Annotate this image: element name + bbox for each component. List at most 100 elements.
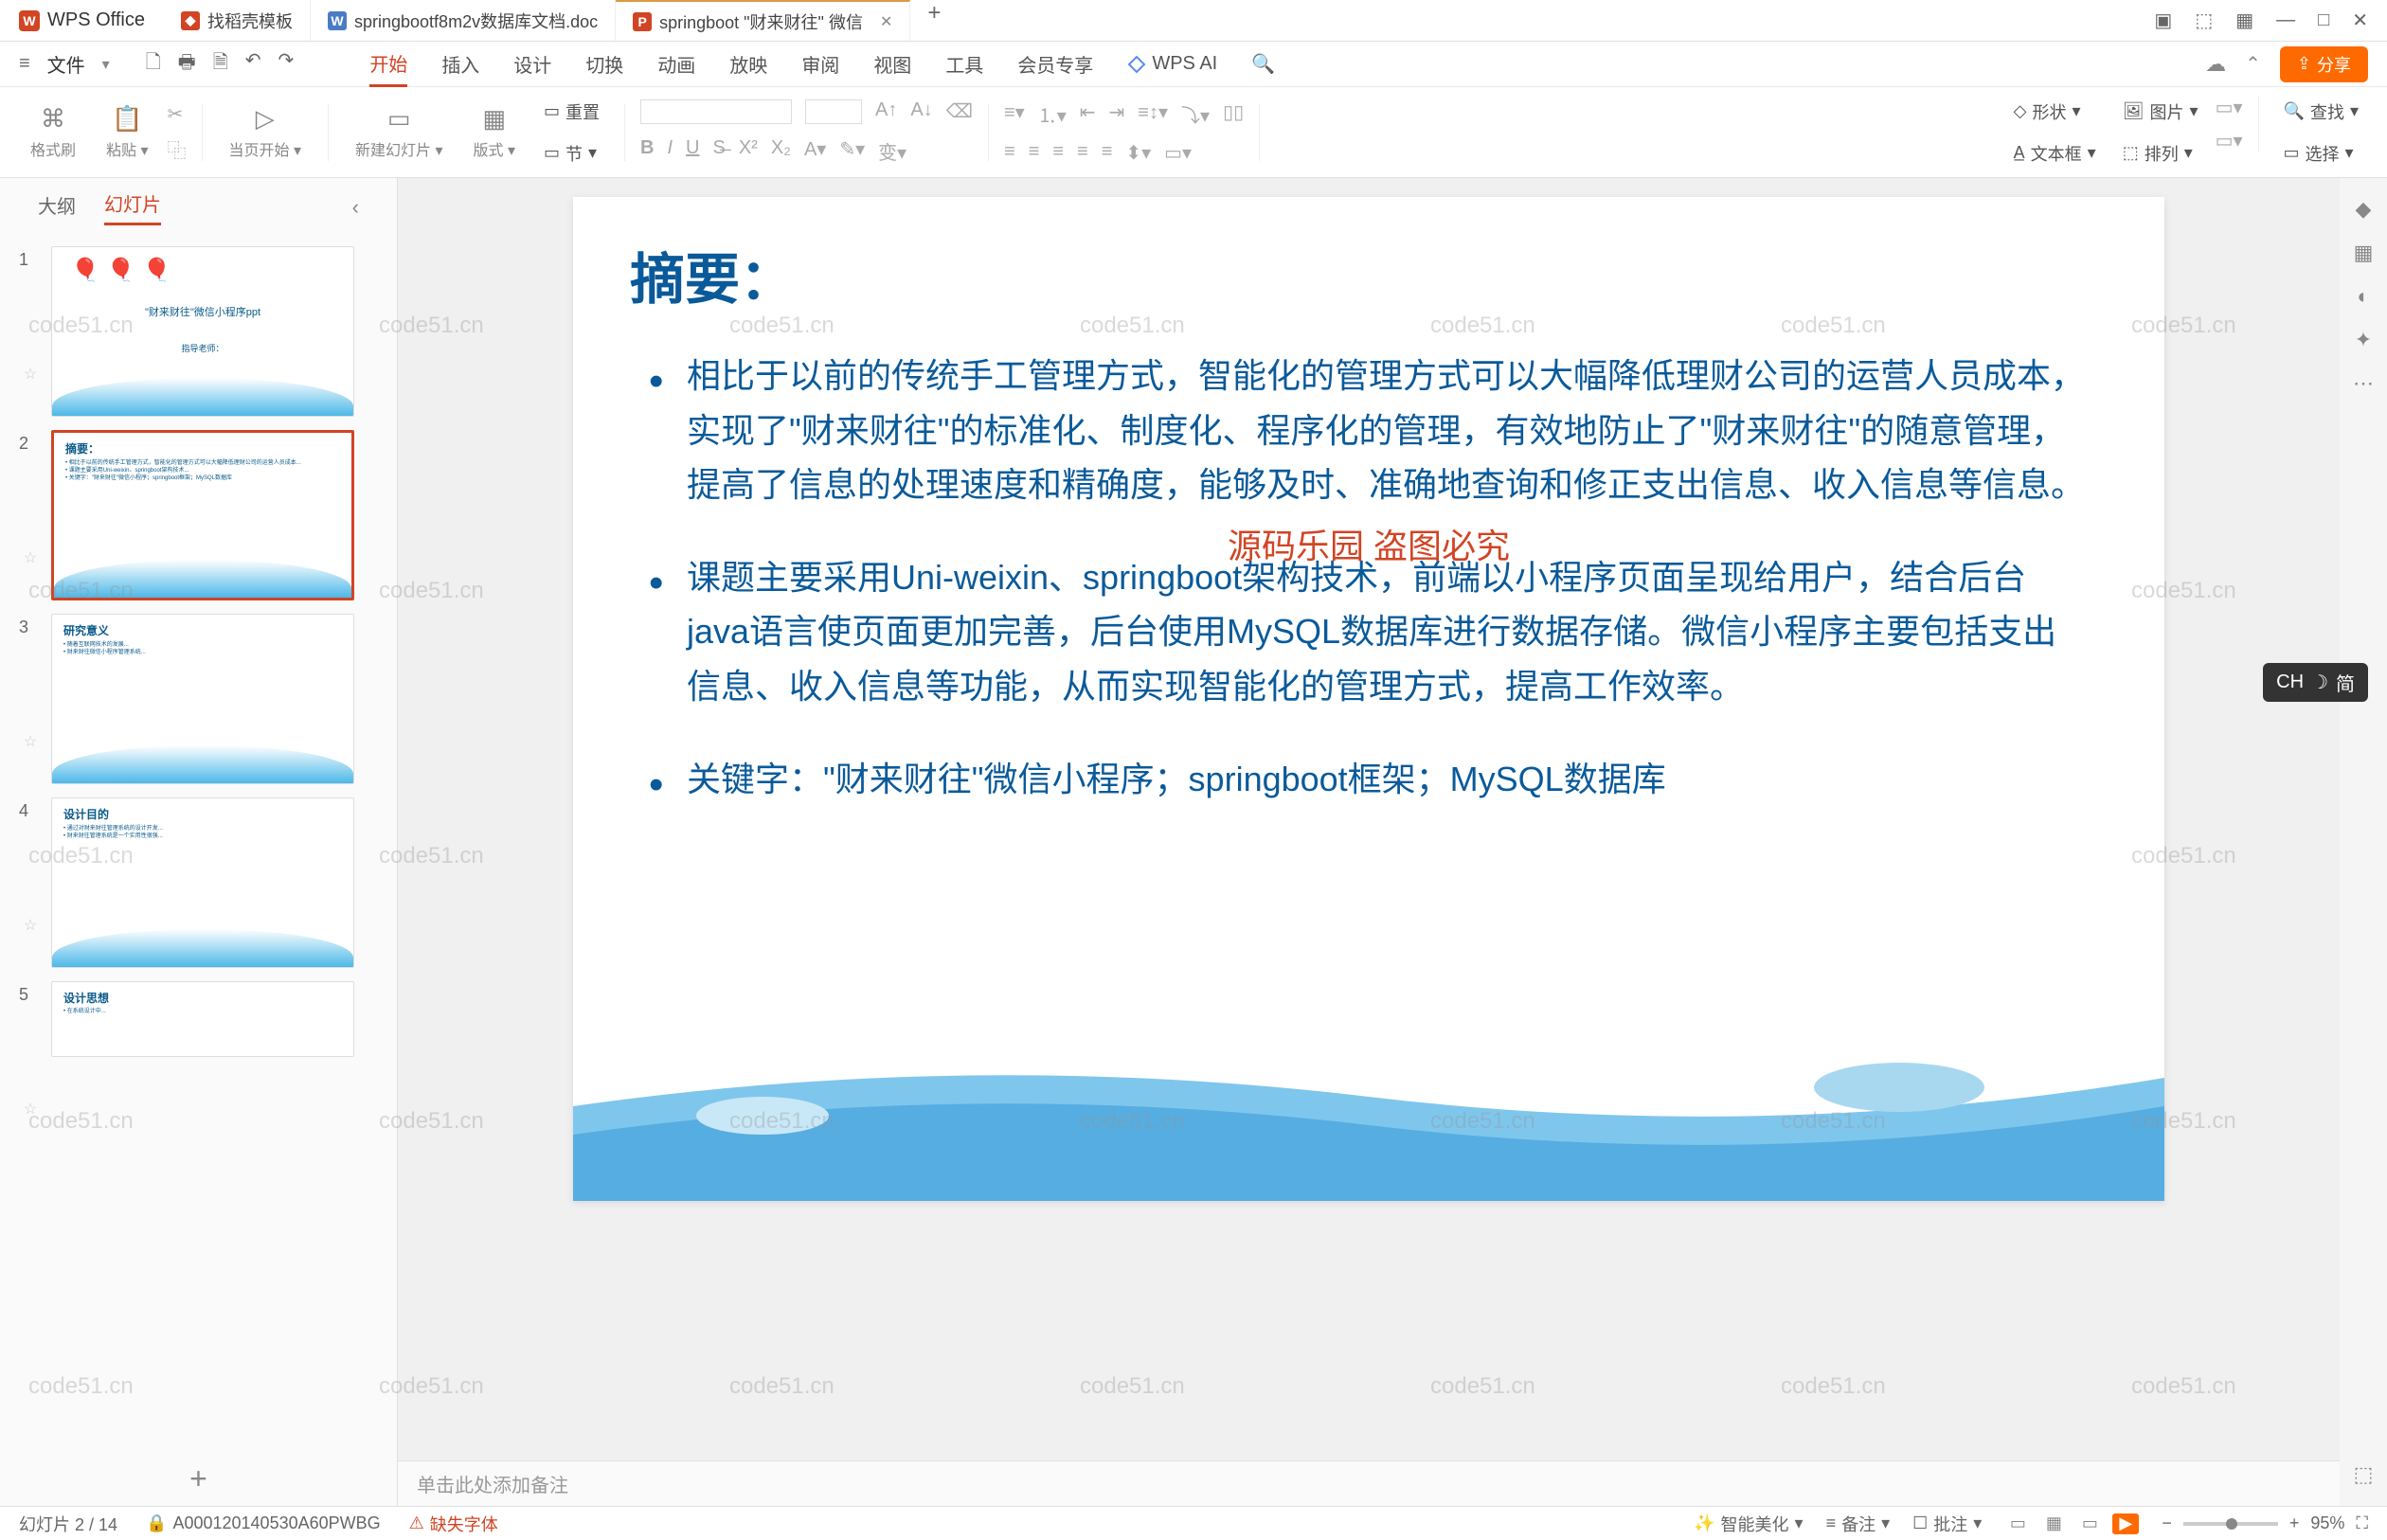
material-icon[interactable]: ◐ (2357, 284, 2369, 309)
more-icon[interactable]: ⋯ (2353, 371, 2374, 396)
bullets-icon[interactable]: ≡▾ (1004, 100, 1025, 128)
align-justify-icon[interactable]: ≡ (1077, 141, 1088, 165)
layout-group[interactable]: ▦ 版式 ▾ (462, 104, 528, 160)
thumb-2[interactable]: 2☆ 摘要：• 相比于以前的传统手工管理方式，智能化的管理方式可以大幅降低理财公… (19, 430, 378, 600)
tab-tools[interactable]: 工具 (945, 43, 983, 85)
increase-font-icon[interactable]: A↑ (875, 99, 897, 124)
slides-tab[interactable]: 幻灯片 (104, 189, 161, 225)
normal-view-icon[interactable]: ▭ (2004, 1513, 2031, 1534)
paste-group[interactable]: 📋 粘贴 ▾ (95, 104, 160, 160)
star-icon[interactable]: ☆ (24, 1100, 37, 1119)
share-button[interactable]: ⇪ 分享 (2280, 46, 2368, 82)
collapse-ribbon-icon[interactable]: ⌃ (2245, 52, 2261, 76)
zoom-level[interactable]: 95% (2310, 1513, 2344, 1533)
slide-body[interactable]: 相比于以前的传统手工管理方式，智能化的管理方式可以大幅降低理财公司的运营人员成本… (649, 349, 2089, 844)
italic-icon[interactable]: I (667, 137, 673, 165)
slide[interactable]: 摘要： 相比于以前的传统手工管理方式，智能化的管理方式可以大幅降低理财公司的运营… (573, 197, 2164, 1201)
tab-review[interactable]: 审阅 (801, 43, 839, 85)
notes-bar[interactable]: 单击此处添加备注 (398, 1460, 2340, 1506)
tab-transition[interactable]: 切换 (585, 43, 623, 85)
font-family-select[interactable] (640, 99, 792, 124)
tab-slideshow[interactable]: 放映 (729, 43, 767, 85)
cube-icon[interactable]: ⬚ (2195, 9, 2213, 32)
wps-ai-button[interactable]: WPS AI (1127, 53, 1217, 75)
collapse-panel-icon[interactable]: ‹ (352, 195, 359, 220)
arrange-button[interactable]: ⬚ 排列 ▾ (2113, 137, 2208, 170)
thumb-3[interactable]: 3☆ 研究意义• 随着互联网技术的发展...• 财来财往微信小程序管理系统... (19, 614, 378, 784)
subscript-icon[interactable]: X₂ (771, 137, 791, 165)
redo-icon[interactable]: ↷ (278, 48, 295, 81)
tab-member[interactable]: 会员专享 (1017, 43, 1093, 85)
thumb-4[interactable]: 4☆ 设计目的• 通过对财来财往管理系统的设计开发...• 财来财往管理系统是一… (19, 797, 378, 968)
cut-icon[interactable]: ✂ (168, 102, 187, 126)
template-icon[interactable]: ▦ (2354, 241, 2374, 265)
textbox-button[interactable]: A̲ 文本框 ▾ (2004, 137, 2106, 170)
preview-icon[interactable]: 🗎 (213, 48, 228, 81)
design-icon[interactable]: ◆ (2356, 197, 2372, 222)
font-size-select[interactable] (805, 99, 862, 124)
valign-icon[interactable]: ⬍▾ (1125, 141, 1151, 165)
slideshow-view-icon[interactable]: ▶ (2112, 1513, 2139, 1534)
zoom-out-button[interactable]: − (2162, 1513, 2172, 1533)
hamburger-icon[interactable]: ≡ (19, 53, 30, 75)
search-icon[interactable]: 🔍 (1251, 45, 1275, 83)
cloud-icon[interactable]: ☁ (2205, 52, 2226, 77)
bullet-2[interactable]: 课题主要采用Uni-weixin、springboot架构技术，前端以小程序页面… (649, 550, 2089, 714)
tools-bottom-icon[interactable]: ⬚ (2354, 1462, 2374, 1487)
zoom-slider[interactable] (2183, 1522, 2278, 1526)
align-center-icon[interactable]: ≡ (1029, 141, 1040, 165)
bullet-3[interactable]: 关键字："财来财往"微信小程序；springboot框架；MySQL数据库 (649, 752, 2089, 807)
outline-tab[interactable]: 大纲 (38, 191, 76, 224)
section-button[interactable]: ▭ 节 ▾ (534, 137, 609, 170)
star-icon[interactable]: ☆ (24, 732, 37, 751)
tab-template[interactable]: ◆ 找稻壳模板 (164, 0, 311, 41)
save-icon[interactable]: 🗋 (146, 48, 161, 81)
fit-screen-icon[interactable]: ⛶ (2356, 1513, 2368, 1533)
tab-design[interactable]: 设计 (513, 43, 551, 85)
tab-animation[interactable]: 动画 (657, 43, 695, 85)
tab-home[interactable]: 开始 (369, 42, 407, 87)
sorter-view-icon[interactable]: ▦ (2040, 1513, 2067, 1534)
picture-button[interactable]: 🖼 图片 ▾ (2113, 96, 2208, 128)
highlight-icon[interactable]: ✎▾ (839, 137, 865, 165)
select-button[interactable]: ▭ 选择 ▾ (2274, 137, 2368, 170)
style2-icon[interactable]: ▭▾ (2216, 129, 2243, 152)
text-direction-icon[interactable]: ⤵▾ (1181, 100, 1210, 128)
align-right-icon[interactable]: ≡ (1052, 141, 1064, 165)
slide-title[interactable]: 摘要： (630, 235, 795, 314)
close-button[interactable]: ✕ (2352, 9, 2368, 32)
minimize-button[interactable]: — (2276, 9, 2295, 31)
file-menu[interactable]: 文件 (47, 50, 85, 78)
format-brush-group[interactable]: ⌘ 格式刷 (19, 104, 87, 160)
indent-right-icon[interactable]: ⇥ (1109, 100, 1125, 128)
underline-icon[interactable]: U (686, 137, 699, 165)
new-slide-group[interactable]: ▭ 新建幻灯片 ▾ (344, 104, 455, 160)
copy-icon[interactable]: ⿻ (168, 135, 187, 163)
animation-icon[interactable]: ✦ (2355, 328, 2372, 352)
from-current-group[interactable]: ▷ 当页开始 ▾ (218, 104, 314, 160)
multi-window-icon[interactable]: ▣ (2154, 9, 2172, 32)
missing-font[interactable]: ⚠ 缺失字体 (409, 1512, 498, 1536)
add-slide-button[interactable]: + (189, 1461, 207, 1496)
close-icon[interactable]: ✕ (880, 12, 892, 31)
undo-icon[interactable]: ↶ (245, 48, 261, 81)
find-button[interactable]: 🔍 查找 ▾ (2274, 96, 2368, 128)
tab-view[interactable]: 视图 (873, 43, 911, 85)
decrease-font-icon[interactable]: A↓ (910, 99, 932, 124)
reset-button[interactable]: ▭ 重置 (534, 96, 609, 128)
line-spacing-icon[interactable]: ≡↕▾ (1138, 100, 1168, 128)
distribute-icon[interactable]: ≡ (1102, 141, 1113, 165)
zoom-in-button[interactable]: + (2289, 1513, 2300, 1533)
columns-icon[interactable]: ▯▯ (1223, 100, 1244, 128)
print-icon[interactable]: 🖶 (178, 48, 196, 81)
tab-doc[interactable]: W springbootf8m2v数据库文档.doc (311, 0, 616, 41)
review-toggle[interactable]: ☐ 批注 ▾ (1912, 1512, 1982, 1536)
effects-icon[interactable]: 变▾ (878, 137, 906, 165)
align-left-icon[interactable]: ≡ (1004, 141, 1015, 165)
beautify-button[interactable]: ✨ 智能美化 ▾ (1694, 1512, 1803, 1536)
indent-left-icon[interactable]: ⇤ (1080, 100, 1096, 128)
bold-icon[interactable]: B (640, 137, 654, 165)
tab-insert[interactable]: 插入 (441, 43, 479, 85)
avatar-icon[interactable]: ▦ (2235, 9, 2253, 32)
doc-id[interactable]: 🔒 A000120140530A60PWBG (146, 1513, 381, 1533)
